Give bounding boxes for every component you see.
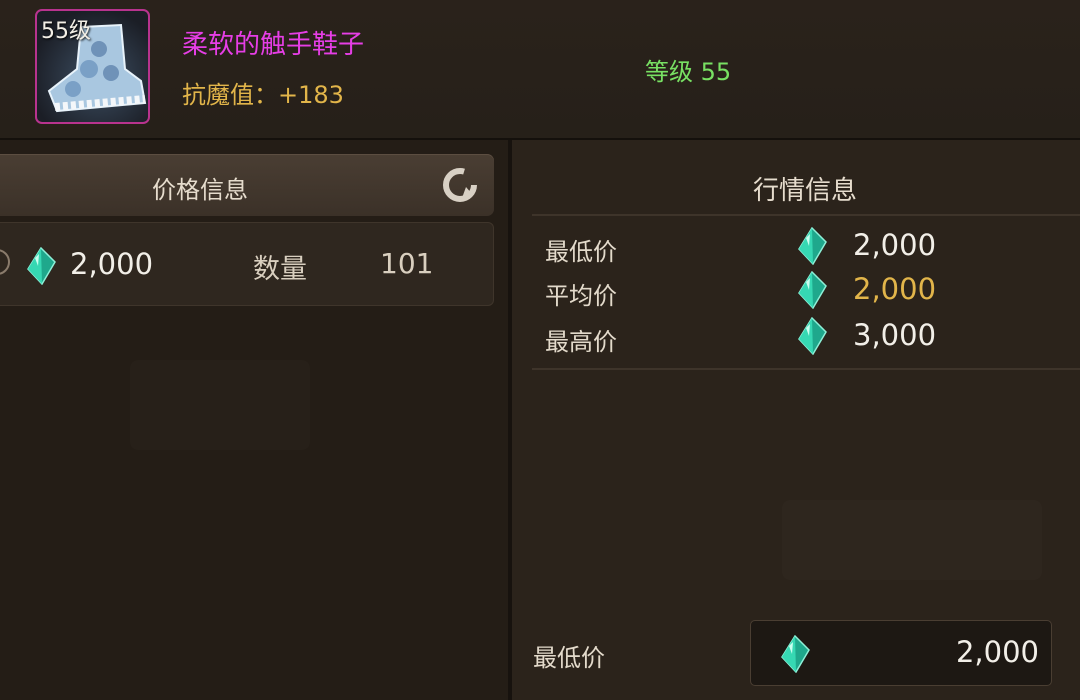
background-ghost bbox=[782, 500, 1042, 580]
footer-price-value: 2,000 bbox=[955, 635, 1039, 669]
item-name: 柔软的触手鞋子 bbox=[182, 30, 365, 60]
item-level-tag: 55级 bbox=[41, 19, 91, 44]
market-panel: 行情信息 最低价 2,000 平均价 2,000 最高价 3,000 最低价 2… bbox=[512, 140, 1080, 700]
stat-value-highest: 3,000 bbox=[853, 318, 937, 352]
market-divider-bottom bbox=[532, 368, 1080, 370]
quantity-value: 101 bbox=[380, 247, 434, 280]
stat-value-lowest: 2,000 bbox=[853, 228, 937, 262]
item-header: 55级 柔软的触手鞋子 抗魔值：+183 等级 55 bbox=[0, 0, 1080, 138]
price-input-box[interactable]: 2,000 bbox=[750, 620, 1052, 686]
crystal-gem-icon bbox=[798, 227, 827, 265]
listing-row[interactable]: 2,000 数量 101 bbox=[0, 222, 494, 306]
crystal-gem-icon bbox=[781, 635, 810, 673]
stat-label-lowest: 最低价 bbox=[545, 238, 617, 266]
listing-price: 2,000 bbox=[70, 247, 154, 281]
stat-label-average: 平均价 bbox=[545, 282, 617, 310]
market-divider-top bbox=[532, 214, 1080, 216]
item-stat: 抗魔值：+183 bbox=[182, 81, 344, 109]
crystal-gem-icon bbox=[798, 271, 827, 309]
crystal-gem-icon bbox=[27, 247, 56, 285]
item-level-requirement: 等级 55 bbox=[645, 58, 732, 86]
price-panel-title: 价格信息 bbox=[152, 176, 248, 204]
quantity-label: 数量 bbox=[253, 254, 307, 285]
price-panel-header: 价格信息 bbox=[0, 154, 494, 216]
market-panel-title: 行情信息 bbox=[752, 176, 857, 206]
refresh-icon[interactable] bbox=[440, 165, 480, 205]
stat-value-average: 2,000 bbox=[853, 272, 937, 306]
listing-select-radio[interactable] bbox=[0, 249, 10, 275]
item-icon-slot[interactable]: 55级 bbox=[35, 9, 150, 124]
crystal-gem-icon bbox=[798, 317, 827, 355]
stat-label-highest: 最高价 bbox=[545, 328, 617, 356]
background-ghost bbox=[130, 360, 310, 450]
price-panel: 价格信息 2,000 数量 101 bbox=[0, 140, 508, 700]
footer-price-label: 最低价 bbox=[533, 644, 605, 672]
